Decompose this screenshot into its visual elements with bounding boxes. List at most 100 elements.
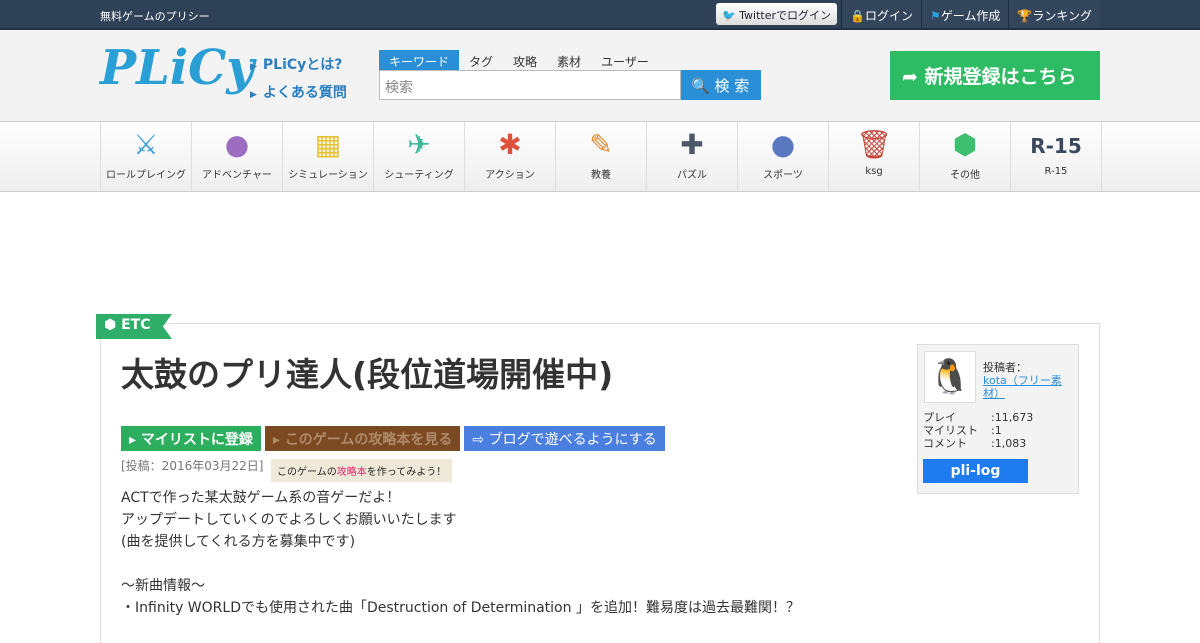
twitter-icon: 🐦 <box>721 9 736 22</box>
search-input[interactable]: 検索 <box>379 70 681 100</box>
category-icon: ● <box>224 128 250 161</box>
login-link[interactable]: 🔒ログイン <box>841 0 921 28</box>
search-tab-tag[interactable]: タグ <box>459 50 503 70</box>
search-tab-guide[interactable]: 攻略 <box>503 50 547 70</box>
category-icon: ⬢ <box>952 128 978 161</box>
arrow-icon: ➦ <box>902 66 918 88</box>
category-icon: ✱ <box>498 128 522 161</box>
guide-book-button[interactable]: ▸ このゲームの攻略本を見る <box>264 426 461 451</box>
category-nav: ⚔ ロールプレイング ● アドベンチャー ▦ シミュレーション ✈ シューティング ✱ アクション… <box>0 122 1200 192</box>
category-item[interactable]: ● スポーツ <box>738 122 829 191</box>
twitter-label: Twitterでログイン <box>739 9 832 22</box>
export-icon: ⇨ <box>472 432 485 448</box>
flag-icon: ⚑ <box>930 9 941 23</box>
category-item[interactable]: ✎ 教養 <box>556 122 647 191</box>
ranking-link[interactable]: 🏆ランキング <box>1008 0 1100 28</box>
category-icon: ✎ <box>589 128 613 161</box>
category-item[interactable]: R-15 R-15 <box>1011 122 1102 191</box>
lock-icon: 🔒 <box>850 9 865 23</box>
search-tab-user[interactable]: ユーザー <box>591 50 659 70</box>
stat-label: プレイ <box>923 411 956 424</box>
tip-highlight: 攻略本 <box>336 467 367 478</box>
about-label: PLiCyとは? <box>262 57 343 73</box>
login-label: ログイン <box>864 9 913 23</box>
category-label: パズル <box>677 170 707 181</box>
author-box: 🐧 投稿者： kota（フリー素材） プレイ :11,673 マイリスト :1 コメント:… <box>917 344 1079 494</box>
stat-value: :1,083 <box>991 437 1027 450</box>
category-badge: ⬢ ETC <box>96 314 172 339</box>
category-icon: 🗑 <box>856 128 892 161</box>
tip-text: このゲームの <box>277 467 337 478</box>
category-label: R-15 <box>1044 166 1068 177</box>
category-icon: ⚔ <box>133 128 159 161</box>
description-line: ACTで作った某太鼓ゲーム系の音ゲーだよ！ <box>121 490 401 506</box>
category-icon: R-15 <box>1030 134 1082 158</box>
guide-label: このゲームの攻略本を見る <box>284 432 453 448</box>
category-label: ロールプレイング <box>106 170 186 181</box>
blog-label: ブログで遊べるようにする <box>488 432 657 448</box>
stat-label: コメント <box>923 437 967 450</box>
search-box: キーワード タグ 攻略 素材 ユーザー 検索 🔍 検 索 <box>379 50 761 100</box>
avatar[interactable]: 🐧 <box>924 351 976 403</box>
triangle-icon: ▶ <box>250 62 257 72</box>
description-line: (曲を提供してくれる方を募集中です) <box>121 534 356 550</box>
header: PLiCy ▶ PLiCyとは? ▶ よくある質問 キーワード タグ 攻略 素材 ユ… <box>0 30 1200 122</box>
top-bar: 無料ゲームのプリシー 🐦 Twitterでログイン 🔒ログイン ⚑ゲーム作成 🏆… <box>0 0 1200 30</box>
category-label: その他 <box>950 170 980 181</box>
category-item[interactable]: ✚ パズル <box>647 122 738 191</box>
create-game-link[interactable]: ⚑ゲーム作成 <box>921 0 1009 28</box>
description-line <box>121 553 800 575</box>
category-item[interactable]: 🗑 ksg <box>829 122 920 191</box>
category-label: 教養 <box>591 170 611 181</box>
post-date: [投稿：2016年03月22日] <box>121 459 264 473</box>
tip-text: を作ってみよう！ <box>366 467 447 478</box>
search-button[interactable]: 🔍 検 索 <box>681 70 761 100</box>
category-item[interactable]: ⬢ その他 <box>920 122 1011 191</box>
game-title: 太鼓のプリ達人(段位道場開催中) <box>121 355 614 394</box>
site-name: 無料ゲームのプリシー <box>100 10 210 23</box>
search-tab-keyword[interactable]: キーワード <box>379 50 460 70</box>
about-link[interactable]: ▶ PLiCyとは? <box>250 52 347 80</box>
description-line: 〜新曲情報〜 <box>121 578 205 594</box>
game-description: ACTで作った某太鼓ゲーム系の音ゲーだよ！ アップデートしていくのでよろしくお願い… <box>121 487 800 619</box>
category-label: ksg <box>865 166 883 177</box>
register-label: 新規登録はこちら <box>924 66 1077 88</box>
category-label: シミュレーション <box>288 170 368 181</box>
category-item[interactable]: ✈ シューティング <box>374 122 465 191</box>
poster-link[interactable]: kota（フリー素材） <box>983 374 1062 400</box>
register-button[interactable]: ➦ 新規登録はこちら <box>890 51 1100 100</box>
description-line: アップデートしていくのでよろしくお願いいたします <box>121 512 457 528</box>
category-item[interactable]: ▦ シミュレーション <box>283 122 374 191</box>
mylist-label: マイリストに登録 <box>140 432 253 448</box>
faq-link[interactable]: ▶ よくある質問 <box>250 80 347 108</box>
faq-label: よくある質問 <box>262 85 347 101</box>
category-item[interactable]: ⚔ ロールプレイング <box>101 122 192 191</box>
trophy-icon: 🏆 <box>1017 9 1033 23</box>
category-icon: ▦ <box>314 128 342 161</box>
search-button-label: 検 索 <box>714 77 750 95</box>
create-label: ゲーム作成 <box>940 9 1001 23</box>
poster-label: 投稿者： <box>983 361 1027 374</box>
plicy-logo[interactable]: PLiCy <box>100 40 254 112</box>
add-mylist-button[interactable]: ▸ マイリストに登録 <box>121 426 261 451</box>
category-icon: ● <box>770 128 796 161</box>
twitter-login-button[interactable]: 🐦 Twitterでログイン <box>715 3 838 25</box>
pli-log-button[interactable]: pli-log <box>923 459 1028 483</box>
triangle-icon: ▶ <box>250 90 257 100</box>
search-tab-material[interactable]: 素材 <box>547 50 591 70</box>
stat-value: :1 <box>991 424 1002 437</box>
category-item[interactable]: ✱ アクション <box>465 122 556 191</box>
stat-value: :11,673 <box>991 411 1034 424</box>
blog-embed-button[interactable]: ⇨ ブログで遊べるようにする <box>464 426 665 451</box>
guide-tooltip: このゲームの攻略本を作ってみよう！ <box>271 459 453 482</box>
category-label: スポーツ <box>763 170 803 181</box>
stat-label: マイリスト <box>923 424 978 437</box>
category-icon: ✚ <box>680 128 704 161</box>
stat-row: コメント :1,083 <box>923 437 1033 450</box>
description-line: ・Infinity WORLDでも使用された曲「Destruction of D… <box>121 600 800 616</box>
category-label: アドベンチャー <box>202 170 272 181</box>
stat-row: マイリスト :1 <box>923 424 1033 437</box>
ranking-label: ランキング <box>1032 9 1092 23</box>
category-label: シューティング <box>384 170 454 181</box>
category-item[interactable]: ● アドベンチャー <box>192 122 283 191</box>
